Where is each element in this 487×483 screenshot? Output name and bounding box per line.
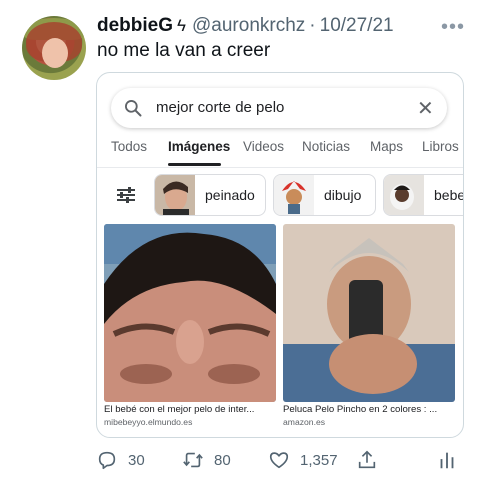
- result-source: amazon.es: [283, 417, 326, 427]
- tune-icon: [117, 187, 135, 203]
- search-icon: [125, 100, 142, 117]
- chip-dibujo: dibujo: [273, 174, 376, 216]
- chip-bebe: bebe: [383, 174, 464, 216]
- reply-icon: [98, 451, 116, 470]
- attached-screenshot[interactable]: mejor corte de pelo ✕ Todos Imágenes Vid…: [96, 72, 464, 438]
- tab-imagenes: Imágenes: [168, 139, 231, 154]
- result-title: Peluca Pelo Pincho en 2 colores : ...: [283, 404, 438, 415]
- tab-maps: Maps: [370, 139, 404, 154]
- tweet: debbieG ϟ @auronkrchz · 10/27/21 ••• no …: [0, 0, 487, 483]
- search-box: mejor corte de pelo ✕: [111, 88, 447, 128]
- heart-icon: [269, 452, 289, 469]
- close-icon: ✕: [417, 98, 434, 120]
- tab-libros: Libros: [422, 139, 459, 154]
- tweet-header: debbieG ϟ @auronkrchz · 10/27/21: [97, 14, 394, 38]
- tab-videos: Videos: [243, 139, 285, 154]
- chip-label: peinado: [205, 187, 255, 203]
- active-tab-indicator: [168, 163, 221, 166]
- chip-thumbnail: [155, 175, 195, 215]
- result-title: El bebé con el mejor pelo de inter...: [104, 404, 255, 415]
- bolt-icon: ϟ: [177, 16, 187, 35]
- chip-thumbnail: [384, 175, 424, 215]
- result-source: mibebeyyo.elmundo.es: [104, 417, 193, 427]
- like-count: 1,357: [300, 451, 338, 469]
- analytics-icon: [440, 452, 454, 469]
- share-icon: [358, 450, 376, 469]
- search-query: mejor corte de pelo: [156, 99, 285, 116]
- tweet-text: no me la van a creer: [97, 40, 271, 61]
- image-result: Peluca Pelo Pincho en 2 colores : ... am…: [283, 224, 455, 427]
- avatar-face: [42, 38, 68, 68]
- user-handle[interactable]: @auronkrchz: [192, 15, 305, 37]
- tabs-divider: [97, 167, 463, 168]
- tab-noticias: Noticias: [302, 139, 351, 154]
- search-tabs: Todos Imágenes Videos Noticias Maps Libr…: [97, 139, 463, 166]
- retweet-count: 80: [214, 451, 231, 469]
- chip-label: bebe: [434, 187, 464, 203]
- display-name[interactable]: debbieG: [97, 15, 173, 37]
- separator-dot: ·: [309, 15, 316, 36]
- analytics-button[interactable]: [436, 446, 458, 474]
- tab-todos: Todos: [111, 139, 148, 154]
- reply-button[interactable]: 30: [96, 446, 145, 474]
- tweet-actions: 30 80 1,357: [96, 446, 456, 474]
- result-image: [283, 224, 455, 402]
- chip-thumbnail: [274, 175, 314, 215]
- more-icon[interactable]: •••: [441, 16, 465, 39]
- reply-count: 30: [128, 451, 145, 469]
- avatar[interactable]: [22, 16, 86, 80]
- retweet-button[interactable]: 80: [182, 446, 231, 474]
- share-button[interactable]: [356, 446, 378, 474]
- image-result: El bebé con el mejor pelo de inter... mi…: [104, 224, 276, 427]
- chip-peinado: peinado: [154, 174, 266, 216]
- chip-label: dibujo: [324, 187, 362, 203]
- retweet-icon: [183, 452, 203, 468]
- tweet-date[interactable]: 10/27/21: [320, 15, 394, 37]
- result-image: [104, 224, 276, 402]
- like-button[interactable]: 1,357: [268, 446, 338, 474]
